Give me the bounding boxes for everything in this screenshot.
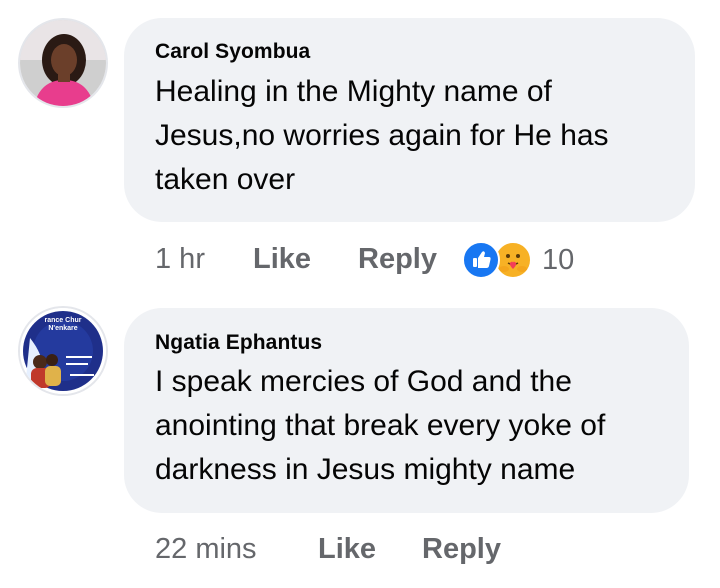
svg-text:rance Chur: rance Chur [45,317,82,324]
comment-author[interactable]: Ngatia Ephantus [155,331,322,355]
comment-timestamp[interactable]: 22 mins [155,533,257,566]
reaction-summary[interactable]: 10 [462,241,574,279]
comment-text-line: I speak mercies of God and the [155,365,572,398]
comment-text-line: taken over [155,163,296,196]
profile-photo [20,20,106,106]
comment-timestamp[interactable]: 1 hr [155,243,205,276]
comment-author[interactable]: Carol Syombua [155,40,310,64]
reply-button[interactable]: Reply [358,243,437,276]
avatar-ngatia-ephantus[interactable]: rance Chur N'enkare [18,306,108,396]
svg-text:N'enkare: N'enkare [48,325,77,332]
avatar-carol-syombua[interactable] [18,18,108,108]
profile-photo: rance Chur N'enkare [20,308,106,394]
comment-text-line: Healing in the Mighty name of [155,75,552,108]
comment-text-line: darkness in Jesus mighty name [155,453,576,486]
reaction-count: 10 [542,243,575,276]
like-button[interactable]: Like [253,243,311,276]
reply-button[interactable]: Reply [422,533,501,566]
like-button[interactable]: Like [318,533,376,566]
comment-text-line: anointing that break every yoke of [155,409,606,442]
like-reaction-icon [462,241,500,279]
comment-text-line: Jesus,no worries again for He has [155,119,609,152]
